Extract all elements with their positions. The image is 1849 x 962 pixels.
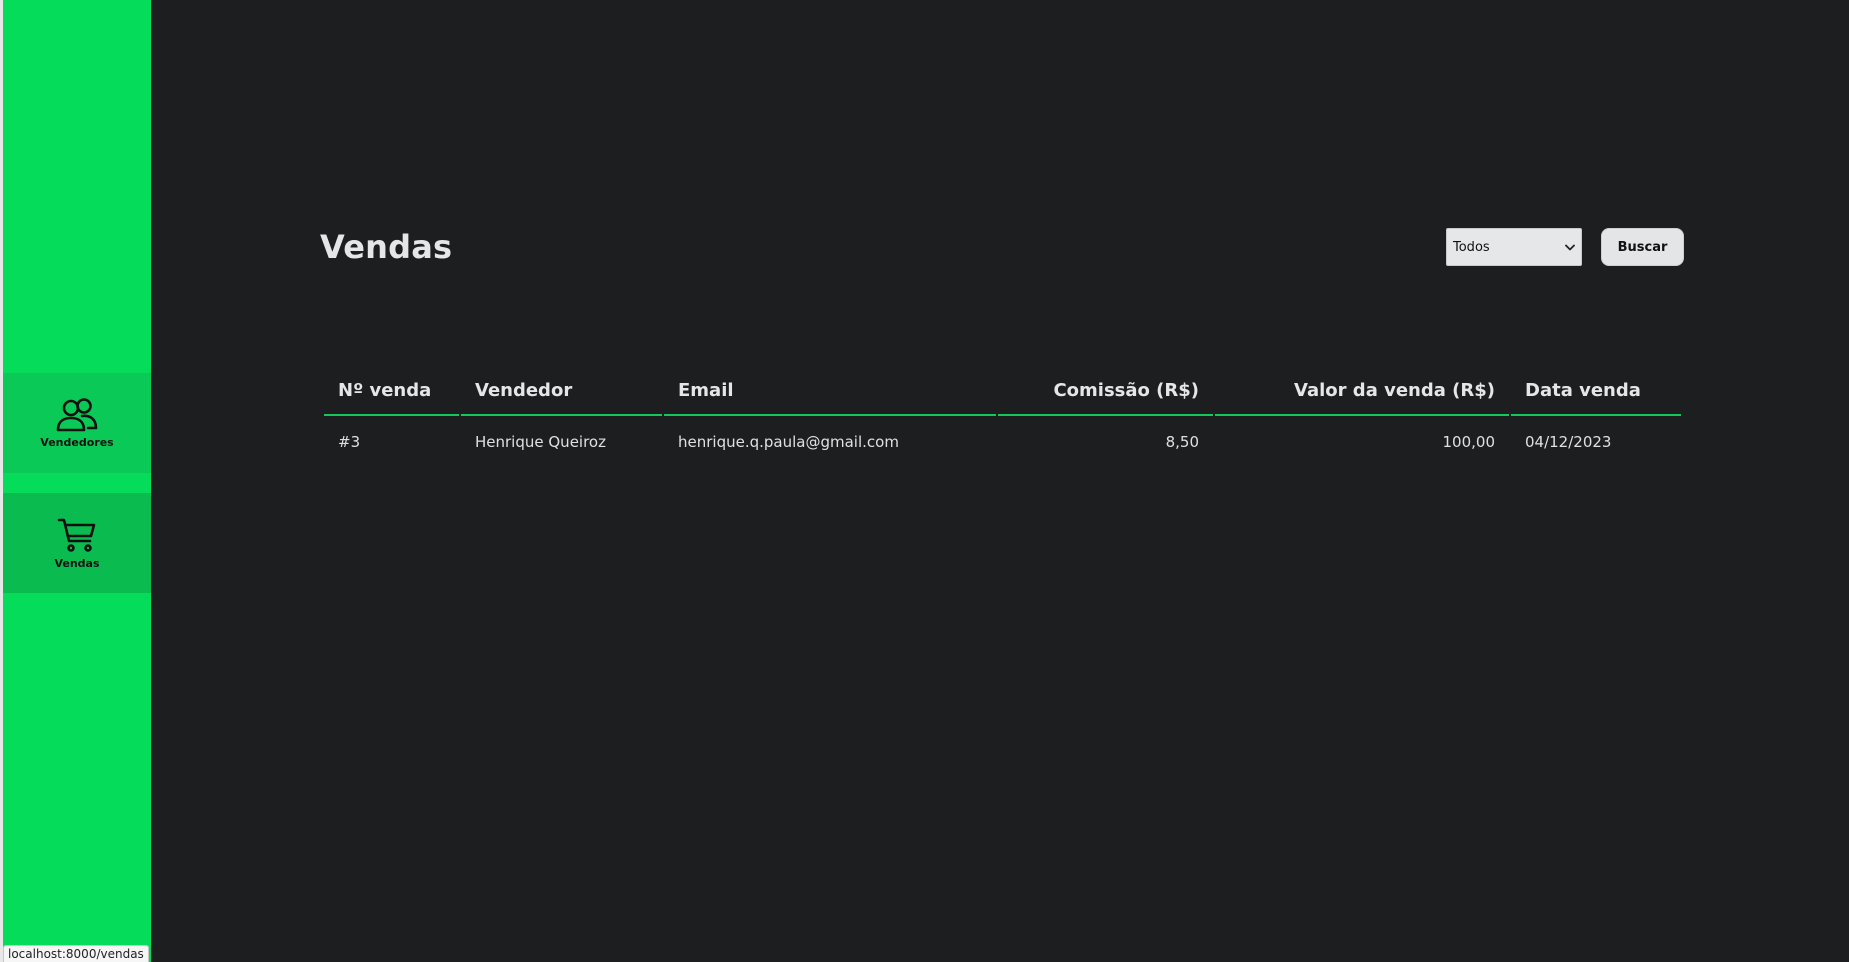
- sales-table: Nº venda Vendedor Email Comissão (R$) Va…: [322, 367, 1683, 468]
- search-button[interactable]: Buscar: [1601, 228, 1684, 266]
- cell-data: 04/12/2023: [1525, 433, 1612, 451]
- sidebar-item-label: Vendas: [54, 556, 100, 570]
- sidebar-item-vendas[interactable]: Vendas: [3, 493, 151, 593]
- sidebar: Vendedores Vendas: [3, 0, 151, 962]
- cell-comissao: 8,50: [1165, 433, 1199, 451]
- app-window: Vendedores Vendas Vendas Todos Buscar Nº…: [0, 0, 1849, 962]
- column-header-comissao: Comissão (R$): [998, 367, 1213, 416]
- table-row: #3 Henrique Queiroz henrique.q.paula@gma…: [324, 416, 1681, 468]
- cart-icon: [57, 517, 97, 553]
- column-header-vendedor: Vendedor: [461, 367, 662, 416]
- users-icon: [55, 397, 99, 432]
- cell-email: henrique.q.paula@gmail.com: [678, 433, 899, 451]
- sidebar-item-label: Vendedores: [40, 435, 114, 449]
- chevron-down-icon: [1565, 241, 1575, 254]
- link-status-bar: localhost:8000/vendas: [3, 945, 149, 962]
- cell-numero: #3: [338, 433, 361, 451]
- sidebar-item-vendedores[interactable]: Vendedores: [3, 373, 151, 473]
- column-header-valor: Valor da venda (R$): [1215, 367, 1509, 416]
- page-title: Vendas: [320, 228, 453, 266]
- table-header-row: Nº venda Vendedor Email Comissão (R$) Va…: [324, 367, 1681, 416]
- seller-filter-select[interactable]: Todos: [1446, 228, 1582, 266]
- cell-valor: 100,00: [1442, 433, 1496, 451]
- cell-vendedor: Henrique Queiroz: [475, 433, 606, 451]
- column-header-numero: Nº venda: [324, 367, 459, 416]
- column-header-email: Email: [664, 367, 996, 416]
- select-value: Todos: [1453, 239, 1490, 255]
- column-header-data: Data venda: [1511, 367, 1681, 416]
